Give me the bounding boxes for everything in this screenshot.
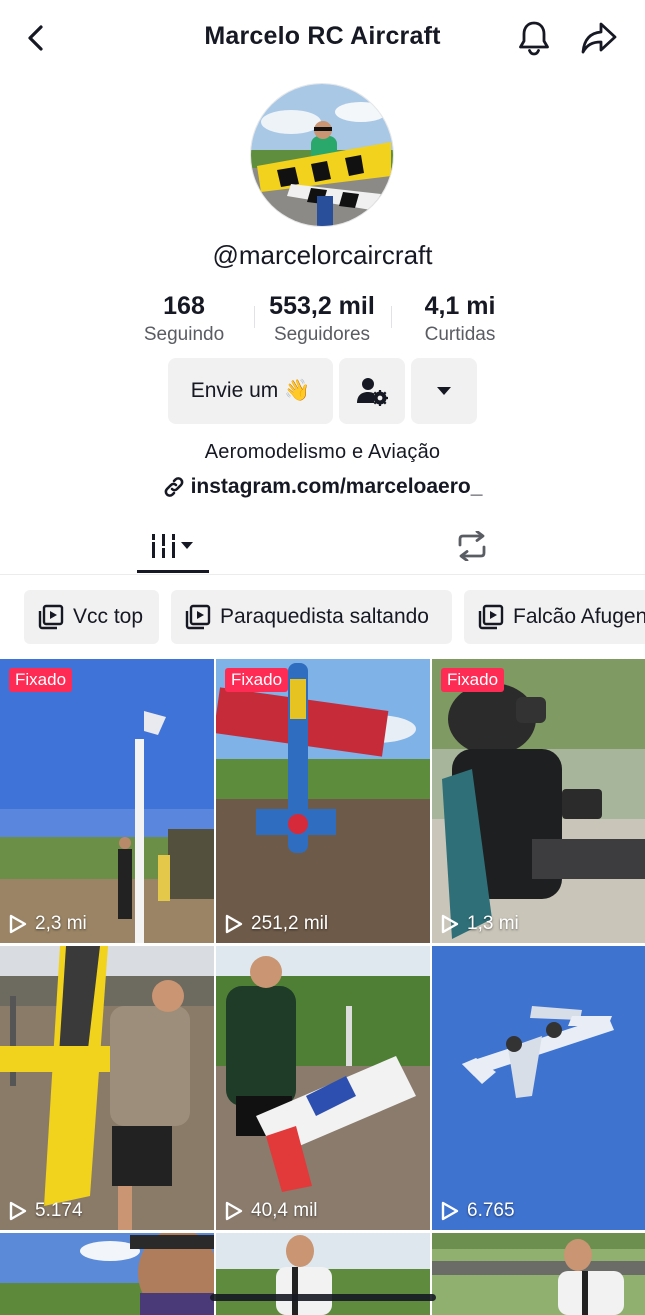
view-count-text: 40,4 mil: [251, 1200, 318, 1221]
thumbnail-image: [0, 946, 214, 1230]
home-indicator: [210, 1294, 436, 1301]
playlist-icon: [478, 604, 504, 630]
view-count-text: 1,3 mi: [467, 913, 519, 934]
play-icon: [225, 1201, 243, 1221]
playlist-icon: [185, 604, 211, 630]
back-button[interactable]: [18, 20, 54, 56]
grid-bars-icon: [149, 534, 193, 558]
playlist-chip[interactable]: Paraquedista saltando: [171, 590, 452, 644]
video-thumbnail[interactable]: Fixado 1,3 mi: [432, 659, 645, 943]
notifications-button[interactable]: [514, 18, 554, 58]
play-icon: [441, 914, 459, 934]
pinned-badge: Fixado: [225, 668, 289, 692]
divider: [391, 306, 392, 328]
thumbnail-image: [432, 946, 645, 1230]
stat-followers-value: 553,2 mil: [269, 292, 375, 320]
thumbnail-image: [216, 659, 430, 943]
stat-likes[interactable]: 4,1 mi Curtidas: [385, 290, 535, 348]
view-count: 1,3 mi: [441, 913, 519, 935]
profile-username: @marcelorcaircraft: [212, 240, 433, 270]
video-thumbnail[interactable]: [216, 1233, 430, 1315]
view-count: 5.174: [9, 1200, 83, 1222]
stat-following[interactable]: 168 Seguindo: [109, 290, 259, 348]
view-count-text: 5.174: [35, 1200, 83, 1221]
message-button[interactable]: Envie um 👋: [168, 358, 333, 424]
profile-stats: 168 Seguindo 553,2 mil Seguidores 4,1 mi…: [0, 290, 645, 350]
thumbnail-image: [432, 1233, 645, 1315]
thumbnail-image: [216, 946, 430, 1230]
playlist-row: Vcc top Paraquedista saltando Falcão Afu…: [0, 590, 645, 646]
tab-videos[interactable]: [137, 520, 209, 572]
video-thumbnail[interactable]: Fixado 2,3 mi: [0, 659, 214, 943]
pinned-badge: Fixado: [441, 668, 505, 692]
video-thumbnail[interactable]: 5.174: [0, 946, 214, 1230]
thumbnail-image: [216, 1233, 430, 1315]
view-count: 6.765: [441, 1200, 515, 1222]
share-button[interactable]: [578, 18, 620, 58]
video-thumbnail[interactable]: [0, 1233, 214, 1315]
stat-likes-label: Curtidas: [424, 324, 496, 345]
avatar[interactable]: [250, 83, 394, 227]
playlist-chip[interactable]: Vcc top: [24, 590, 159, 644]
play-icon: [9, 914, 27, 934]
play-icon: [9, 1201, 27, 1221]
profile-bio: Aeromodelismo e Aviação: [204, 441, 441, 463]
add-friend-button[interactable]: [339, 358, 405, 424]
play-icon: [225, 914, 243, 934]
playlist-icon: [38, 604, 64, 630]
stat-following-value: 168: [163, 292, 205, 320]
link-icon: [164, 477, 184, 497]
content-tabs: [0, 520, 645, 575]
view-count: 2,3 mi: [9, 913, 87, 935]
divider: [254, 306, 255, 328]
view-count-text: 2,3 mi: [35, 913, 87, 934]
stat-likes-value: 4,1 mi: [424, 292, 496, 320]
caret-down-icon: [437, 387, 451, 395]
profile-actions: Envie um 👋: [0, 358, 645, 424]
stat-following-label: Seguindo: [143, 324, 225, 345]
video-thumbnail[interactable]: Fixado 251,2 mil: [216, 659, 430, 943]
repost-icon: [458, 531, 486, 561]
view-count: 251,2 mil: [225, 913, 328, 935]
view-count-text: 251,2 mil: [251, 913, 329, 934]
thumbnail-image: [0, 1233, 214, 1315]
video-thumbnail[interactable]: [432, 1233, 645, 1315]
playlist-chip[interactable]: Falcão Afugen: [464, 590, 645, 644]
video-thumbnail[interactable]: 40,4 mil: [216, 946, 430, 1230]
more-options-button[interactable]: [411, 358, 477, 424]
bell-icon: [519, 21, 549, 56]
share-arrow-icon: [581, 22, 617, 54]
play-icon: [441, 1201, 459, 1221]
user-gear-icon: [357, 378, 388, 406]
thumbnail-image: [432, 659, 645, 943]
thumbnail-image: [0, 659, 214, 943]
video-thumbnail[interactable]: 6.765: [432, 946, 645, 1230]
tab-active-indicator: [137, 570, 209, 573]
playlist-label: Vcc top: [73, 605, 144, 628]
playlist-label: Paraquedista saltando: [220, 605, 429, 628]
stat-followers[interactable]: 553,2 mil Seguidores: [247, 290, 397, 348]
tab-reposts[interactable]: [443, 520, 501, 572]
profile-link-text: instagram.com/marceloaero_: [190, 475, 483, 498]
view-count-text: 6.765: [467, 1200, 515, 1221]
pinned-badge: Fixado: [9, 668, 73, 692]
profile-link[interactable]: instagram.com/marceloaero_: [0, 475, 645, 499]
view-count: 40,4 mil: [225, 1200, 318, 1222]
playlist-label: Falcão Afugen: [513, 605, 645, 628]
chevron-left-icon: [28, 25, 43, 51]
top-nav-bar: Marcelo RC Aircraft: [0, 0, 645, 76]
stat-followers-label: Seguidores: [273, 324, 371, 345]
